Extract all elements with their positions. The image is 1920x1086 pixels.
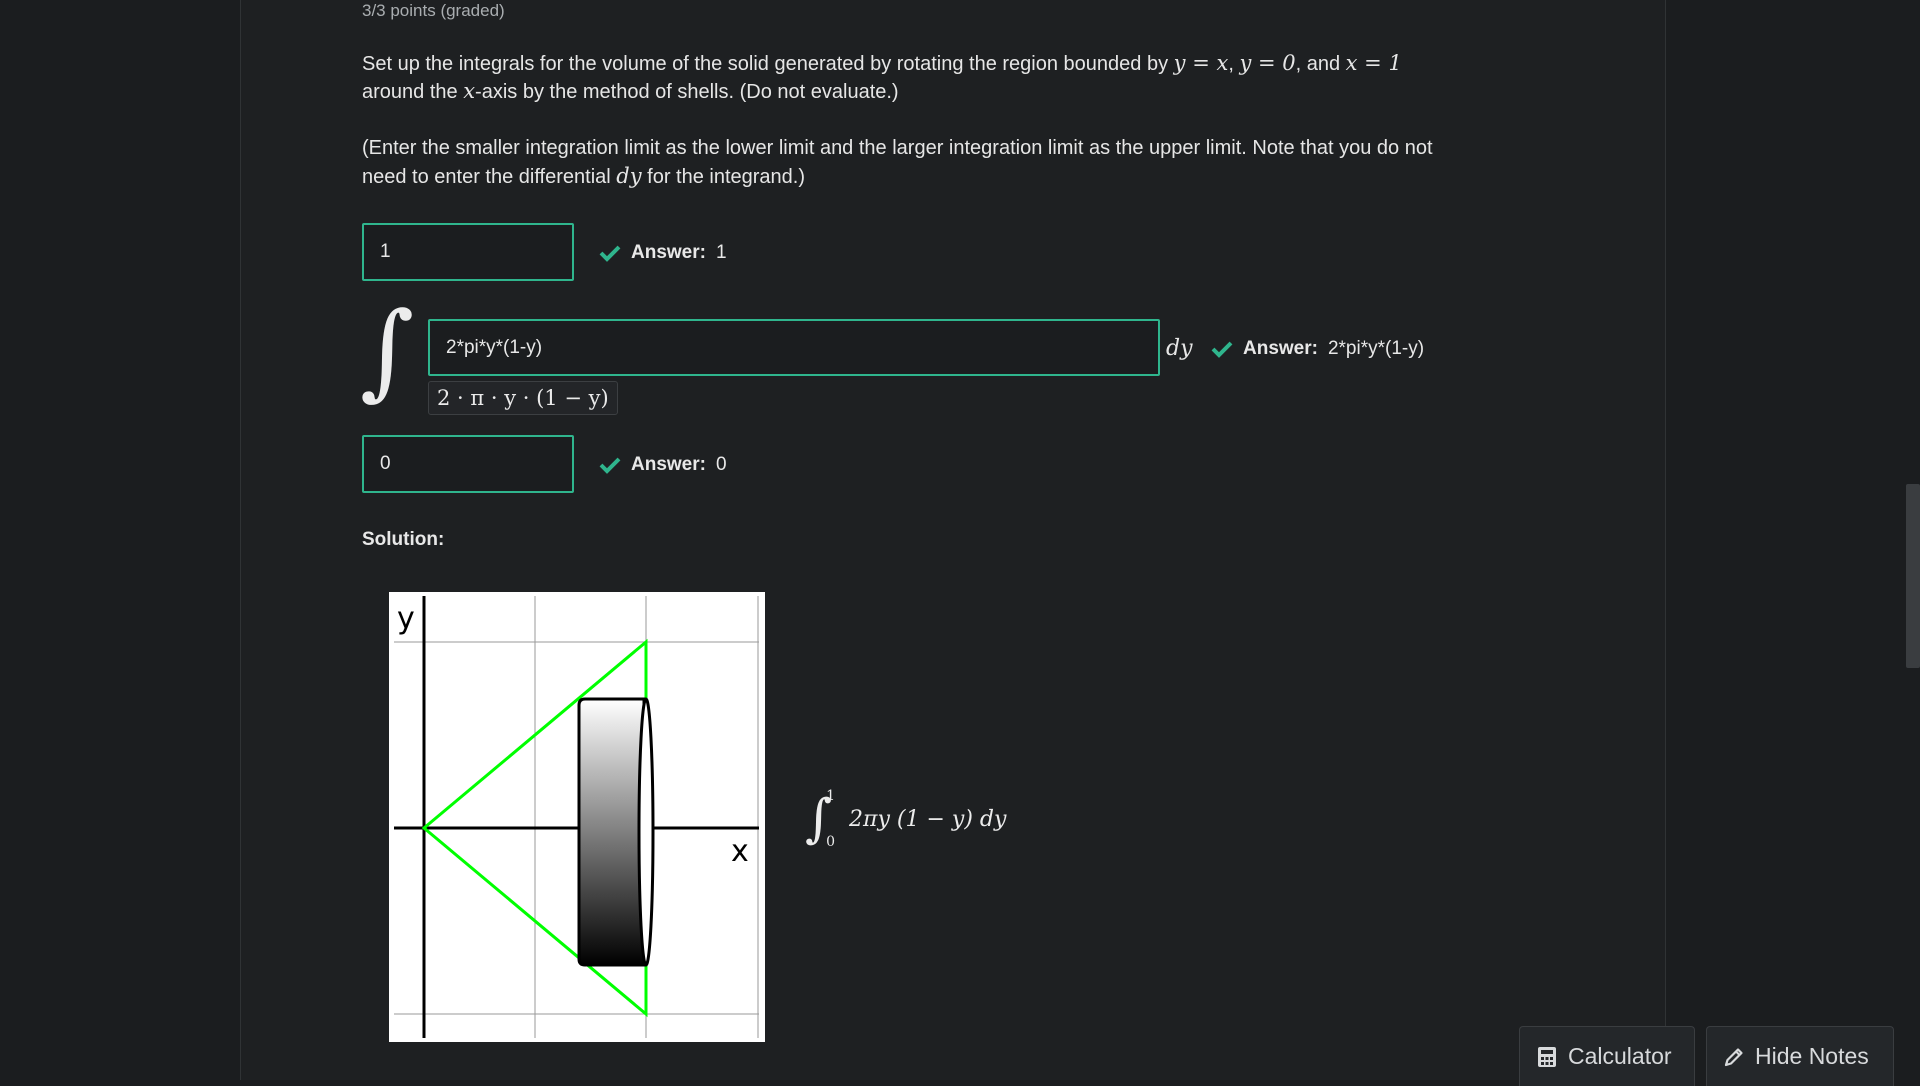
equation-x-eq-1: x = 1 <box>1345 51 1402 75</box>
calculator-label: Calculator <box>1568 1043 1672 1069</box>
check-icon <box>599 245 621 262</box>
integral-sign: ∫ <box>360 289 415 411</box>
solution-title: Solution: <box>362 529 445 550</box>
formula-integral-sign: ∫ <box>805 789 833 849</box>
equation-y-eq-x: y = x <box>1173 51 1229 75</box>
shell-cylinder <box>577 697 655 967</box>
lower-limit-status: Answer: 0 <box>599 454 727 476</box>
hide-notes-button[interactable]: Hide Notes <box>1706 1026 1894 1086</box>
differential-label: dy <box>1166 336 1193 361</box>
instruction-line-2: need to enter the differential dy for th… <box>362 162 805 191</box>
equation-y-eq-0: y = 0 <box>1239 51 1296 75</box>
y-axis-label: y <box>397 601 415 636</box>
formula-integrand: 2πy (1 − y) dy <box>849 806 1007 832</box>
check-icon <box>599 457 621 474</box>
instruction-text-end: for the integrand.) <box>641 166 806 188</box>
integrand-input[interactable] <box>428 319 1160 376</box>
scrollbar-thumb[interactable] <box>1906 484 1920 668</box>
question-and: , and <box>1295 53 1346 75</box>
question-line-2: around the x-axis by the method of shell… <box>362 77 899 106</box>
question-text-3: -axis by the method of shells. (Do not e… <box>475 81 899 103</box>
upper-limit-input[interactable] <box>362 223 574 281</box>
x-axis-label: x <box>731 834 749 869</box>
question-line-1: Set up the integrals for the volume of t… <box>362 51 1402 75</box>
calculator-icon <box>1538 1046 1556 1067</box>
answer-label: Answer: <box>631 454 706 475</box>
calculator-button[interactable]: Calculator <box>1519 1026 1695 1086</box>
instruction-text: need to enter the differential <box>362 166 617 188</box>
question-text: Set up the integrals for the volume of t… <box>362 53 1174 75</box>
answer-label: Answer: <box>1243 338 1318 359</box>
pencil-icon <box>1724 1047 1743 1066</box>
upper-limit-status: Answer: 1 <box>599 242 727 264</box>
instruction-dy: dy <box>616 164 642 188</box>
integrand-status: Answer: 2*pi*y*(1-y) <box>1211 338 1424 360</box>
shell-diagram: y x <box>394 596 759 1038</box>
lower-limit-input[interactable] <box>362 435 574 493</box>
question-text-2: around the <box>362 81 464 103</box>
math-preview: 2 · π · y · (1 − y) <box>428 381 618 415</box>
grid-lines <box>394 596 759 1038</box>
answer-label: Answer: <box>631 242 706 263</box>
points-status: 3/3 points (graded) <box>362 1 505 20</box>
axis-variable: x <box>463 79 476 103</box>
instruction-line-1: (Enter the smaller integration limit as … <box>362 137 1433 159</box>
answer-value: 0 <box>715 454 727 475</box>
solution-figure: y x <box>389 592 765 1042</box>
answer-value: 1 <box>715 242 727 263</box>
answer-value: 2*pi*y*(1-y) <box>1327 338 1425 359</box>
solution-formula: ∫ 1 0 2πy (1 − y) dy <box>805 788 1006 850</box>
hide-notes-label: Hide Notes <box>1755 1043 1869 1069</box>
check-icon <box>1211 341 1233 358</box>
